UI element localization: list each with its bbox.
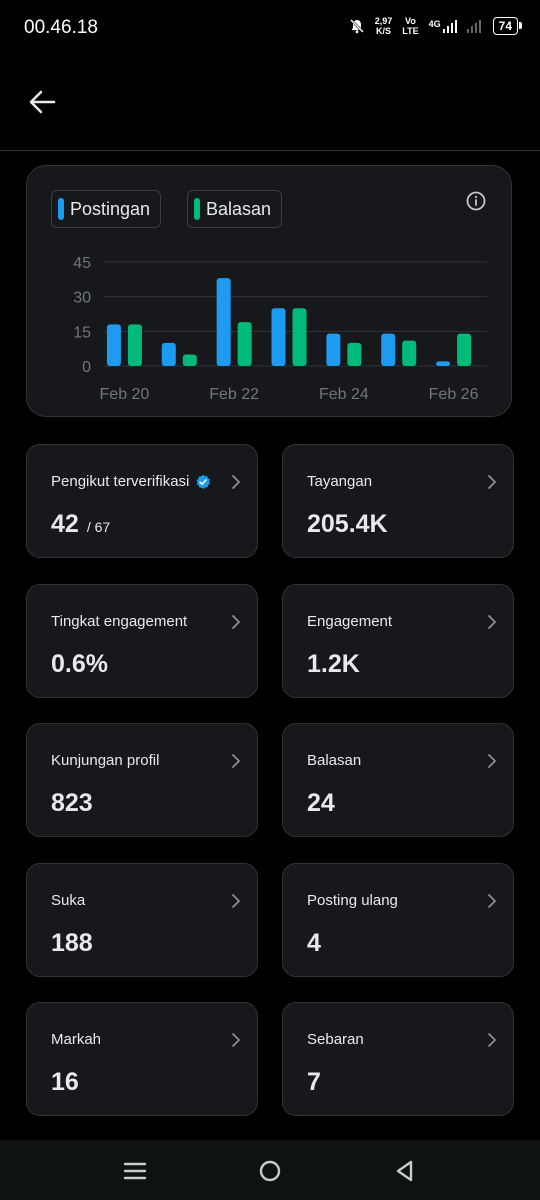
stat-card-impressions[interactable]: Tayangan 205.4K bbox=[282, 444, 514, 558]
battery-indicator: 74 bbox=[492, 17, 523, 35]
chevron-right-icon bbox=[232, 615, 240, 629]
stat-label: Posting ulang bbox=[307, 892, 398, 909]
volte-bottom: LTE bbox=[402, 26, 419, 36]
stat-label: Balasan bbox=[307, 752, 362, 769]
stat-label: Engagement bbox=[307, 613, 393, 630]
chevron-right-icon bbox=[232, 754, 240, 768]
chevron-right-icon bbox=[232, 1033, 240, 1047]
stat-card-reposts[interactable]: Posting ulang 4 bbox=[282, 863, 514, 977]
chevron-right-icon bbox=[488, 754, 496, 768]
volte-top: Vo bbox=[405, 16, 416, 26]
stat-label-text: Pengikut terverifikasi bbox=[51, 473, 190, 490]
status-icons: 2,97 K/S Vo LTE 4G 74 bbox=[349, 16, 523, 36]
bar-balasan-feb-24[interactable] bbox=[347, 342, 362, 366]
stat-card-engagement[interactable]: Engagement 1.2K bbox=[282, 584, 514, 698]
stat-value: 16 bbox=[51, 1068, 79, 1096]
bar-postingan-feb-24[interactable] bbox=[326, 333, 341, 366]
stat-value: 1.2K bbox=[307, 650, 360, 678]
network-speed: 2,97 K/S bbox=[375, 16, 393, 36]
x-tick-label: Feb 24 bbox=[319, 386, 369, 403]
stat-card-engagement-rate[interactable]: Tingkat engagement 0.6% bbox=[26, 584, 258, 698]
network-speed-unit: K/S bbox=[376, 26, 392, 36]
x-tick-label: Feb 22 bbox=[209, 386, 259, 403]
bar-balasan-feb-20[interactable] bbox=[127, 324, 142, 366]
stat-card-verified-followers[interactable]: Pengikut terverifikasi 42 / 67 bbox=[26, 444, 258, 558]
network-speed-value: 2,97 bbox=[374, 16, 393, 26]
bar-balasan-feb-23[interactable] bbox=[292, 308, 307, 366]
x-tick-label: Feb 20 bbox=[100, 386, 150, 403]
y-tick-label: 45 bbox=[73, 255, 91, 272]
signal-weak-icon bbox=[466, 20, 481, 33]
stat-value: 205.4K bbox=[307, 510, 388, 538]
triangle-back-icon[interactable] bbox=[390, 1156, 420, 1186]
chevron-right-icon bbox=[488, 894, 496, 908]
bar-balasan-feb-22[interactable] bbox=[237, 322, 252, 366]
stat-card-replies[interactable]: Balasan 24 bbox=[282, 723, 514, 837]
stat-label: Kunjungan profil bbox=[51, 752, 160, 769]
signal-4g: 4G bbox=[429, 19, 457, 33]
bar-balasan-feb-21[interactable] bbox=[182, 354, 197, 366]
bar-postingan-feb-25[interactable] bbox=[381, 333, 396, 366]
stat-card-shares[interactable]: Sebaran 7 bbox=[282, 1002, 514, 1116]
bar-postingan-feb-22[interactable] bbox=[216, 278, 231, 366]
stat-label: Tayangan bbox=[307, 473, 373, 490]
system-nav-bar bbox=[0, 1140, 540, 1200]
stat-value: 0.6% bbox=[51, 650, 108, 678]
chevron-right-icon bbox=[488, 1033, 496, 1047]
stat-label: Pengikut terverifikasi bbox=[51, 473, 211, 490]
y-tick-label: 0 bbox=[82, 359, 91, 376]
menu-icon[interactable] bbox=[120, 1156, 150, 1186]
stat-label: Markah bbox=[51, 1031, 102, 1048]
stat-value: 7 bbox=[307, 1068, 321, 1096]
chevron-right-icon bbox=[488, 615, 496, 629]
stat-value-number: 42 bbox=[51, 510, 79, 538]
chevron-right-icon bbox=[488, 475, 496, 489]
stat-card-profile-visits[interactable]: Kunjungan profil 823 bbox=[26, 723, 258, 837]
stat-value: 823 bbox=[51, 789, 93, 817]
stat-value: 188 bbox=[51, 929, 93, 957]
stat-label: Tingkat engagement bbox=[51, 613, 188, 630]
mute-bell-icon bbox=[349, 19, 364, 34]
chevron-right-icon bbox=[232, 475, 240, 489]
stat-card-bookmarks[interactable]: Markah 16 bbox=[26, 1002, 258, 1116]
bar-chart: 0 15 30 45 Feb 20 Feb 22 Feb 24 Feb 26 bbox=[73, 255, 487, 403]
y-tick-label: 30 bbox=[73, 290, 91, 307]
arrow-left-icon[interactable] bbox=[24, 84, 60, 120]
volte-indicator: Vo LTE bbox=[402, 16, 418, 36]
stat-card-likes[interactable]: Suka 188 bbox=[26, 863, 258, 977]
bar-postingan-feb-23[interactable] bbox=[271, 308, 286, 366]
signal-icon bbox=[442, 20, 457, 33]
status-time: 00.46.18 bbox=[24, 17, 98, 38]
stat-label: Sebaran bbox=[307, 1031, 364, 1048]
header bbox=[0, 56, 540, 151]
bar-postingan-feb-26[interactable] bbox=[436, 361, 451, 366]
network-type: 4G bbox=[428, 19, 441, 29]
circle-home-icon[interactable] bbox=[255, 1156, 285, 1186]
stat-value: 24 bbox=[307, 789, 335, 817]
bar-postingan-feb-21[interactable] bbox=[161, 342, 176, 366]
stat-value: 42 / 67 bbox=[51, 510, 110, 539]
stat-value-sub: / 67 bbox=[86, 519, 111, 535]
bar-postingan-feb-20[interactable] bbox=[106, 324, 121, 366]
status-bar: 00.46.18 2,97 K/S Vo LTE 4G 74 bbox=[0, 0, 540, 56]
activity-chart-card: Postingan Balasan 0 15 30 45 Feb 20 Feb 22 Feb… bbox=[26, 165, 512, 417]
stat-label: Suka bbox=[51, 892, 86, 909]
bar-balasan-feb-26[interactable] bbox=[457, 333, 472, 366]
x-tick-label: Feb 26 bbox=[429, 386, 479, 403]
stat-value: 4 bbox=[307, 929, 321, 957]
y-tick-label: 15 bbox=[73, 324, 91, 341]
bar-balasan-feb-25[interactable] bbox=[402, 340, 417, 366]
verified-badge-icon bbox=[197, 474, 211, 489]
chevron-right-icon bbox=[232, 894, 240, 908]
